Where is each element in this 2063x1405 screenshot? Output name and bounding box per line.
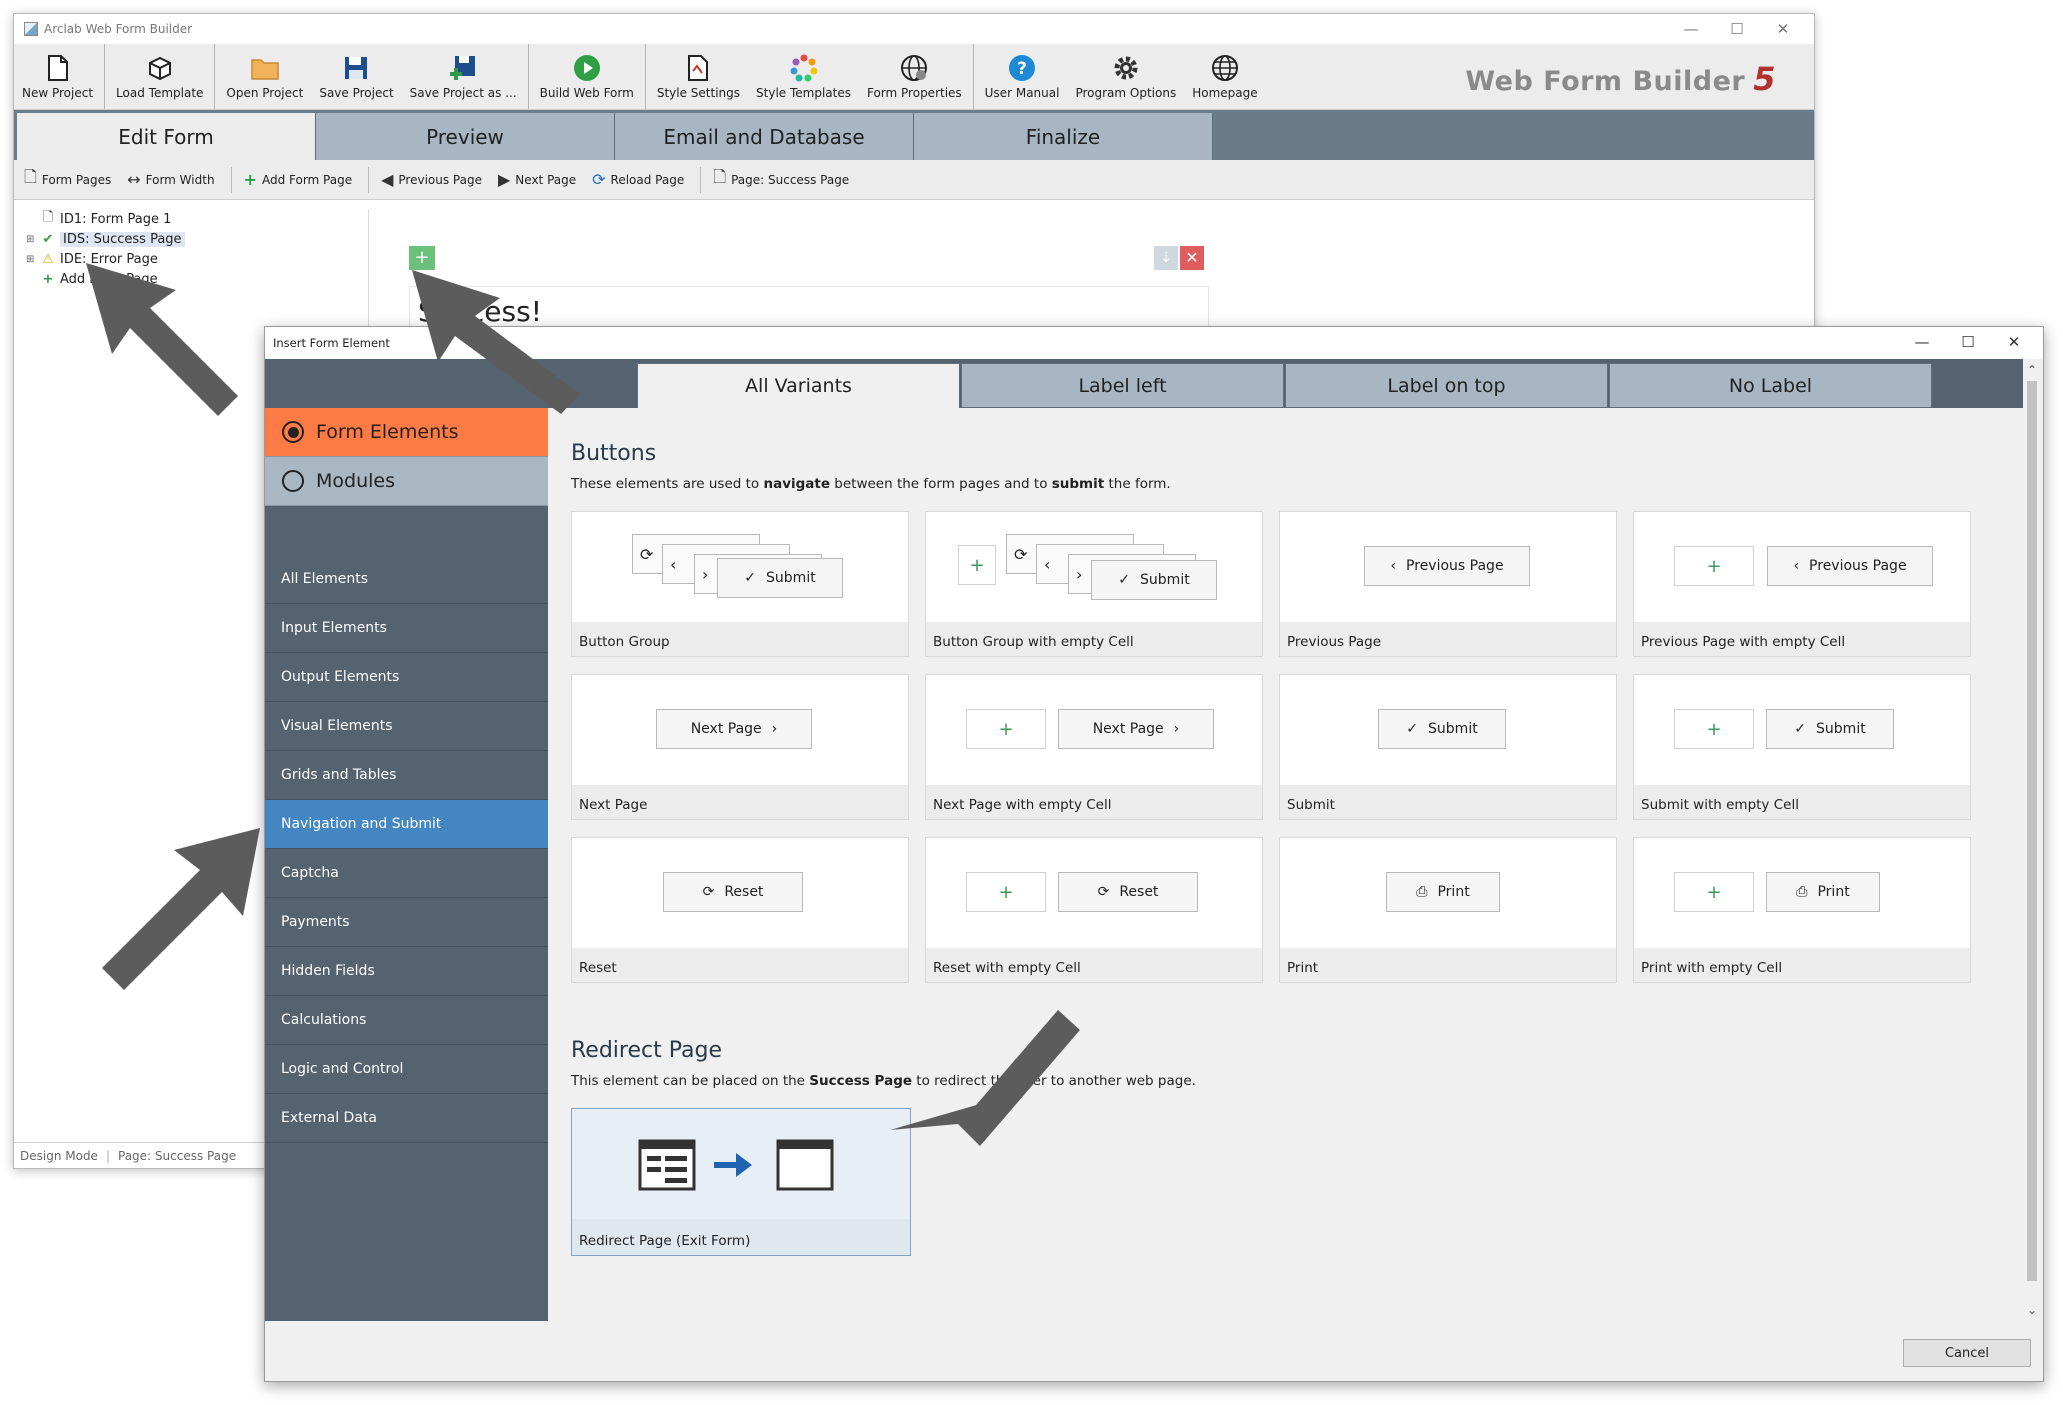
annotation-arrows	[86, 263, 1080, 1146]
annotation-arrow-add	[412, 270, 580, 414]
annotation-arrow-category	[102, 828, 260, 990]
annotation-arrow-redirect	[890, 1010, 1080, 1146]
annotation-arrow-tree	[86, 263, 238, 416]
